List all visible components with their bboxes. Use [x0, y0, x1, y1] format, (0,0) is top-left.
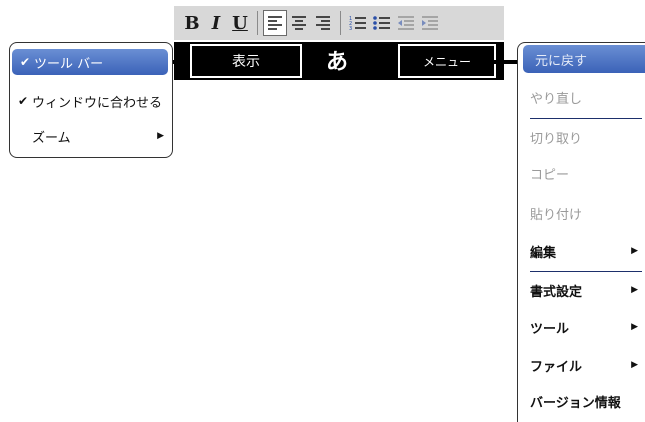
submenu-arrow-icon: ▶ [631, 322, 638, 332]
toolbar-divider [257, 11, 258, 35]
menu-item-zoom[interactable]: ズーム ▶ [10, 123, 172, 149]
context-menu: 元に戻す やり直し 切り取り コピー 貼り付け 編集 ▶ 書式設定 ▶ ツール … [517, 42, 645, 422]
menu-item-toolbar[interactable]: ✔ ツール バー [12, 49, 168, 75]
formatting-toolbar: B I U 123 [174, 6, 504, 40]
menu-item-paste[interactable]: 貼り付け [530, 198, 645, 228]
numbered-list-icon[interactable]: 123 [346, 10, 370, 36]
align-center-icon[interactable] [287, 10, 311, 36]
submenu-arrow-icon: ▶ [157, 131, 164, 141]
submenu-arrow-icon: ▶ [631, 246, 638, 256]
menu-item-edit[interactable]: 編集 ▶ [530, 236, 645, 266]
menu-bar: 表示 あ メニュー [174, 42, 504, 80]
bullet-list-icon[interactable] [370, 10, 394, 36]
menu-divider [530, 118, 642, 119]
menu-divider [530, 271, 642, 272]
display-button[interactable]: 表示 [190, 44, 302, 78]
align-right-icon[interactable] [311, 10, 335, 36]
display-label: 表示 [232, 54, 260, 70]
menu-label: メニュー [422, 54, 471, 69]
menu-button[interactable]: メニュー [398, 44, 496, 78]
menu-item-label: 編集 [530, 245, 557, 261]
italic-button[interactable]: I [204, 10, 228, 36]
toolbar-divider [340, 11, 341, 35]
bold-button[interactable]: B [180, 10, 204, 36]
menu-item-label: バージョン情報 [530, 395, 621, 411]
input-mode-indicator[interactable]: あ [326, 44, 348, 76]
menu-item-label: 貼り付け [530, 207, 583, 223]
menu-item-about[interactable]: バージョン情報 [530, 386, 645, 416]
menu-item-format[interactable]: 書式設定 ▶ [530, 275, 645, 305]
underline-button[interactable]: U [228, 10, 252, 36]
menu-item-label: コピー [530, 167, 570, 183]
menu-item-label: 書式設定 [530, 284, 583, 300]
menu-item-label: ウィンドウに合わせる [32, 95, 163, 111]
menu-item-redo[interactable]: やり直し [530, 82, 645, 112]
menu-item-copy[interactable]: コピー [530, 158, 645, 188]
menu-item-label: ズーム [32, 130, 71, 146]
menu-item-cut[interactable]: 切り取り [530, 122, 645, 152]
submenu-arrow-icon: ▶ [631, 285, 638, 295]
checkmark-icon: ✔ [18, 94, 29, 108]
menu-item-tools[interactable]: ツール ▶ [530, 312, 645, 342]
menu-item-fit-window[interactable]: ✔ ウィンドウに合わせる [10, 88, 172, 114]
decrease-indent-icon[interactable] [394, 10, 418, 36]
svg-text:3: 3 [349, 26, 352, 31]
menu-item-label: 切り取り [530, 131, 583, 147]
checkmark-icon: ✔ [20, 55, 31, 69]
menu-item-label: ツール [530, 321, 570, 337]
increase-indent-icon[interactable] [418, 10, 442, 36]
menu-item-file[interactable]: ファイル ▶ [530, 350, 645, 380]
align-left-icon[interactable] [263, 10, 287, 36]
menu-item-undo[interactable]: 元に戻す [523, 45, 645, 73]
menu-item-label: ツール バー [34, 56, 104, 72]
menu-item-label: ファイル [530, 359, 583, 375]
display-dropdown-menu: ✔ ツール バー ✔ ウィンドウに合わせる ズーム ▶ [9, 42, 173, 158]
menu-item-label: 元に戻す [535, 53, 588, 69]
submenu-arrow-icon: ▶ [631, 360, 638, 370]
menu-item-label: やり直し [530, 91, 583, 107]
